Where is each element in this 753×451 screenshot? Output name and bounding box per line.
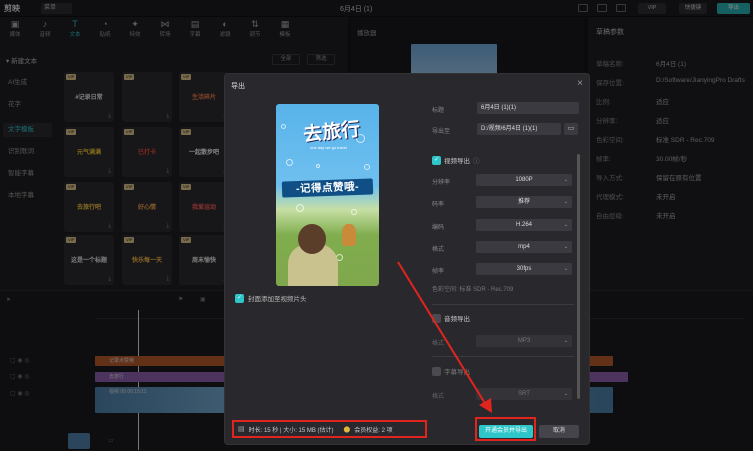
arrow-line — [397, 261, 487, 406]
editor-window: 剪映 菜单 6月4日 (1) VIP 快捷键 导出 ▣ 媒体 ♪ 音频 T 文本 ◔ 贴… — [0, 0, 753, 451]
arrow-head — [479, 398, 492, 413]
annotation-arrow — [397, 261, 492, 413]
